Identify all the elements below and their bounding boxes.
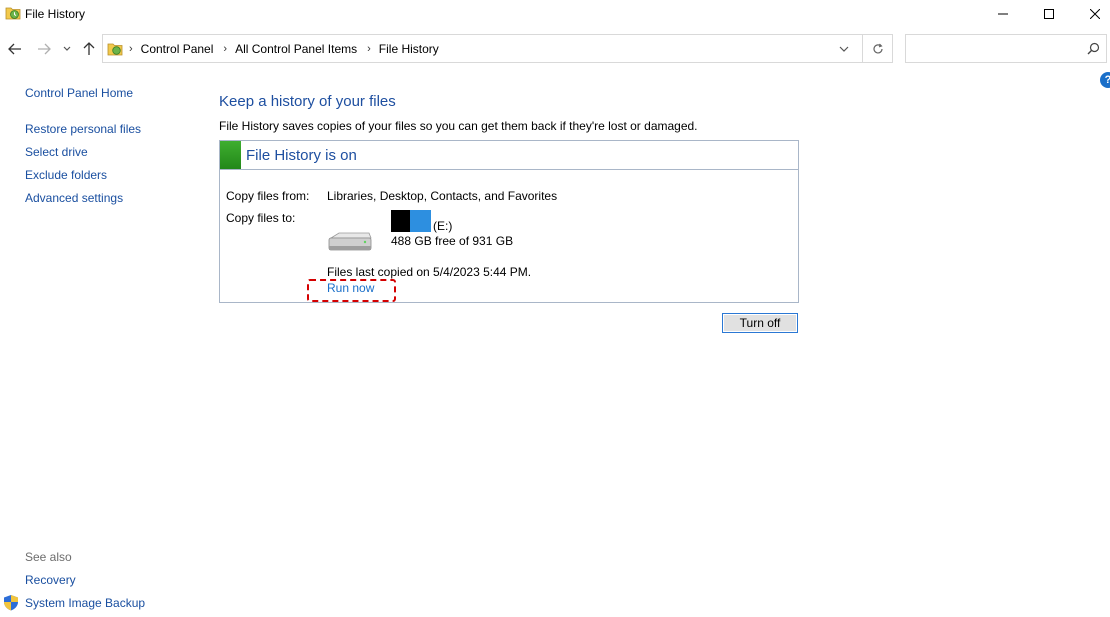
control-panel-icon xyxy=(107,41,123,59)
close-icon xyxy=(1090,9,1100,19)
file-history-status-panel: File History is on Copy files from: Libr… xyxy=(219,140,799,303)
breadcrumb-file-history[interactable]: File History xyxy=(379,42,439,56)
breadcrumb-separator[interactable]: › xyxy=(129,43,133,55)
breadcrumb-control-panel[interactable]: Control Panel xyxy=(141,42,214,56)
maximize-button[interactable] xyxy=(1026,0,1072,28)
back-button[interactable] xyxy=(4,38,26,60)
title-bar: File History xyxy=(0,0,1110,28)
minimize-icon xyxy=(998,13,1008,15)
copy-from-label: Copy files from: xyxy=(226,189,310,203)
copy-to-label: Copy files to: xyxy=(226,211,296,225)
page-title: Keep a history of your files xyxy=(219,93,396,110)
turn-off-button[interactable]: Turn off xyxy=(722,313,798,333)
redacted-drive-name xyxy=(391,210,410,232)
maximize-icon xyxy=(1044,9,1054,19)
refresh-icon xyxy=(872,43,883,53)
status-indicator xyxy=(220,141,241,169)
breadcrumb-all-items[interactable]: All Control Panel Items xyxy=(235,42,357,56)
last-copied-text: Files last copied on 5/4/2023 5:44 PM. xyxy=(327,265,532,279)
restore-personal-files-link[interactable]: Restore personal files xyxy=(25,122,141,136)
chevron-down-icon xyxy=(839,46,849,52)
exclude-folders-link[interactable]: Exclude folders xyxy=(25,168,107,182)
back-arrow-icon xyxy=(8,43,21,55)
up-button[interactable] xyxy=(78,38,100,60)
status-header: File History is on xyxy=(220,141,798,170)
search-input[interactable] xyxy=(905,34,1107,63)
page-description: File History saves copies of your files … xyxy=(219,119,698,133)
window-title: File History xyxy=(25,7,86,21)
up-arrow-icon xyxy=(83,42,95,55)
recent-locations-button[interactable] xyxy=(58,38,76,60)
run-now-highlight-annotation xyxy=(307,279,396,302)
select-drive-link[interactable]: Select drive xyxy=(25,145,88,159)
breadcrumb-separator[interactable]: › xyxy=(367,43,371,55)
search-icon xyxy=(1087,42,1100,58)
minimize-button[interactable] xyxy=(980,0,1026,28)
file-history-icon xyxy=(5,6,21,20)
redacted-drive-name-highlight xyxy=(410,210,431,232)
forward-arrow-icon xyxy=(38,43,51,55)
drive-free-space: 488 GB free of 931 GB xyxy=(391,234,514,248)
breadcrumb-separator[interactable]: › xyxy=(223,43,227,55)
system-image-backup-link[interactable]: System Image Backup xyxy=(25,596,145,610)
address-dropdown-button[interactable] xyxy=(830,35,858,62)
advanced-settings-link[interactable]: Advanced settings xyxy=(25,191,123,205)
see-also-heading: See also xyxy=(25,550,72,564)
control-panel-home-link[interactable]: Control Panel Home xyxy=(25,86,133,100)
status-title: File History is on xyxy=(246,147,357,164)
close-button[interactable] xyxy=(1072,0,1110,28)
forward-button[interactable] xyxy=(33,38,55,60)
address-bar[interactable]: › Control Panel › All Control Panel Item… xyxy=(102,34,893,63)
chevron-down-icon xyxy=(63,46,71,51)
recovery-link[interactable]: Recovery xyxy=(25,573,76,587)
uac-shield-icon xyxy=(3,594,19,614)
refresh-button[interactable] xyxy=(862,35,892,62)
hard-drive-icon xyxy=(327,231,372,256)
copy-from-value: Libraries, Desktop, Contacts, and Favori… xyxy=(327,189,558,203)
drive-letter: (E:) xyxy=(433,219,453,233)
help-icon[interactable]: ? xyxy=(1100,72,1110,88)
